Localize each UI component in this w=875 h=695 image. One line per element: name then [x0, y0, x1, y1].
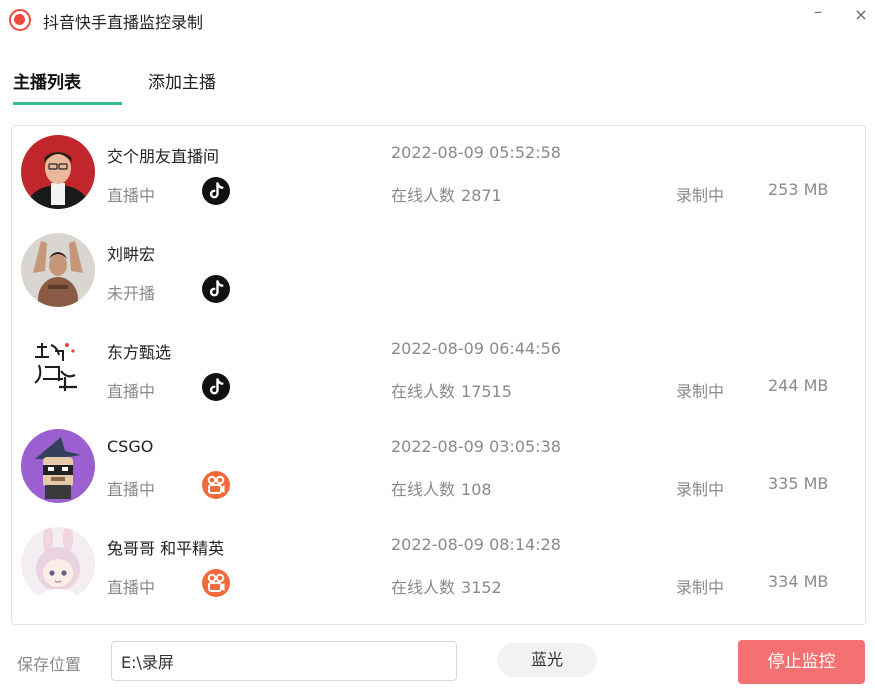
start-time: 2022-08-09 03:05:38 [391, 437, 561, 456]
streamer-name: 交个朋友直播间 [107, 147, 220, 166]
title-bar: 抖音快手直播监控录制 – × [0, 0, 875, 40]
viewer-count-value: 3152 [461, 578, 502, 597]
streamer-list: 交个朋友直播间 直播中 2022-08-09 05:52:58 在线人数 2871… [11, 125, 866, 625]
tab-add-streamer[interactable]: 添加主播 [148, 68, 216, 93]
live-status: 直播中 [107, 382, 156, 401]
live-status: 未开播 [107, 284, 156, 303]
streamer-name: CSGO [107, 437, 154, 456]
file-size: 335 MB [768, 474, 829, 493]
streamer-name: 东方甄选 [107, 343, 172, 362]
avatar [21, 233, 95, 307]
avatar [21, 527, 95, 601]
viewer-count-value: 17515 [461, 382, 512, 401]
streamer-row[interactable]: 交个朋友直播间 直播中 2022-08-09 05:52:58 在线人数 2871… [12, 126, 865, 224]
streamer-row[interactable]: 刘畊宏 未开播 [12, 224, 865, 322]
window-title: 抖音快手直播监控录制 [43, 13, 204, 32]
douyin-icon [202, 275, 230, 303]
viewer-count-label: 在线人数 [391, 382, 456, 401]
minimize-button[interactable]: – [808, 2, 828, 21]
streamer-name: 刘畊宏 [107, 245, 156, 264]
viewer-count-label: 在线人数 [391, 480, 456, 499]
streamer-row[interactable]: CSGO 直播中 2022-08-09 03:05:38 在线人数 108 录制中… [12, 420, 865, 518]
start-time: 2022-08-09 05:52:58 [391, 143, 561, 162]
live-status: 直播中 [107, 480, 156, 499]
file-size: 253 MB [768, 180, 829, 199]
viewer-count-value: 2871 [461, 186, 502, 205]
streamer-name: 兔哥哥 和平精英 [107, 539, 225, 558]
start-time: 2022-08-09 08:14:28 [391, 535, 561, 554]
file-size: 334 MB [768, 572, 829, 591]
avatar [21, 135, 95, 209]
streamer-row[interactable]: 东方甄选 直播中 2022-08-09 06:44:56 在线人数 17515 录… [12, 322, 865, 420]
viewer-count-label: 在线人数 [391, 578, 456, 597]
live-status: 直播中 [107, 186, 156, 205]
viewer-count-label: 在线人数 [391, 186, 456, 205]
viewer-count: 在线人数 108 [391, 476, 492, 500]
streamer-row[interactable]: 兔哥哥 和平精英 直播中 2022-08-09 08:14:28 在线人数 315… [12, 518, 865, 616]
file-size: 244 MB [768, 376, 829, 395]
kuaishou-icon [202, 471, 230, 499]
viewer-count: 在线人数 17515 [391, 378, 512, 402]
save-location-label: 保存位置 [17, 655, 82, 674]
recording-status: 录制中 [676, 578, 725, 597]
recording-status: 录制中 [676, 480, 725, 499]
viewer-count: 在线人数 2871 [391, 182, 502, 206]
viewer-count-value: 108 [461, 480, 492, 499]
kuaishou-icon [202, 569, 230, 597]
avatar [21, 429, 95, 503]
live-status: 直播中 [107, 578, 156, 597]
viewer-count: 在线人数 3152 [391, 574, 502, 598]
douyin-icon [202, 373, 230, 401]
start-time: 2022-08-09 06:44:56 [391, 339, 561, 358]
avatar [21, 331, 95, 405]
quality-button[interactable]: 蓝光 [497, 643, 597, 677]
viewer-count [391, 280, 397, 299]
close-button[interactable]: × [851, 5, 871, 24]
recording-status: 录制中 [676, 382, 725, 401]
save-path-input[interactable] [111, 641, 457, 681]
record-icon [9, 9, 31, 31]
stop-monitor-button[interactable]: 停止监控 [738, 640, 865, 684]
active-tab-indicator [13, 102, 122, 105]
douyin-icon [202, 177, 230, 205]
recording-status: 录制中 [676, 186, 725, 205]
tab-streamer-list[interactable]: 主播列表 [13, 68, 81, 93]
